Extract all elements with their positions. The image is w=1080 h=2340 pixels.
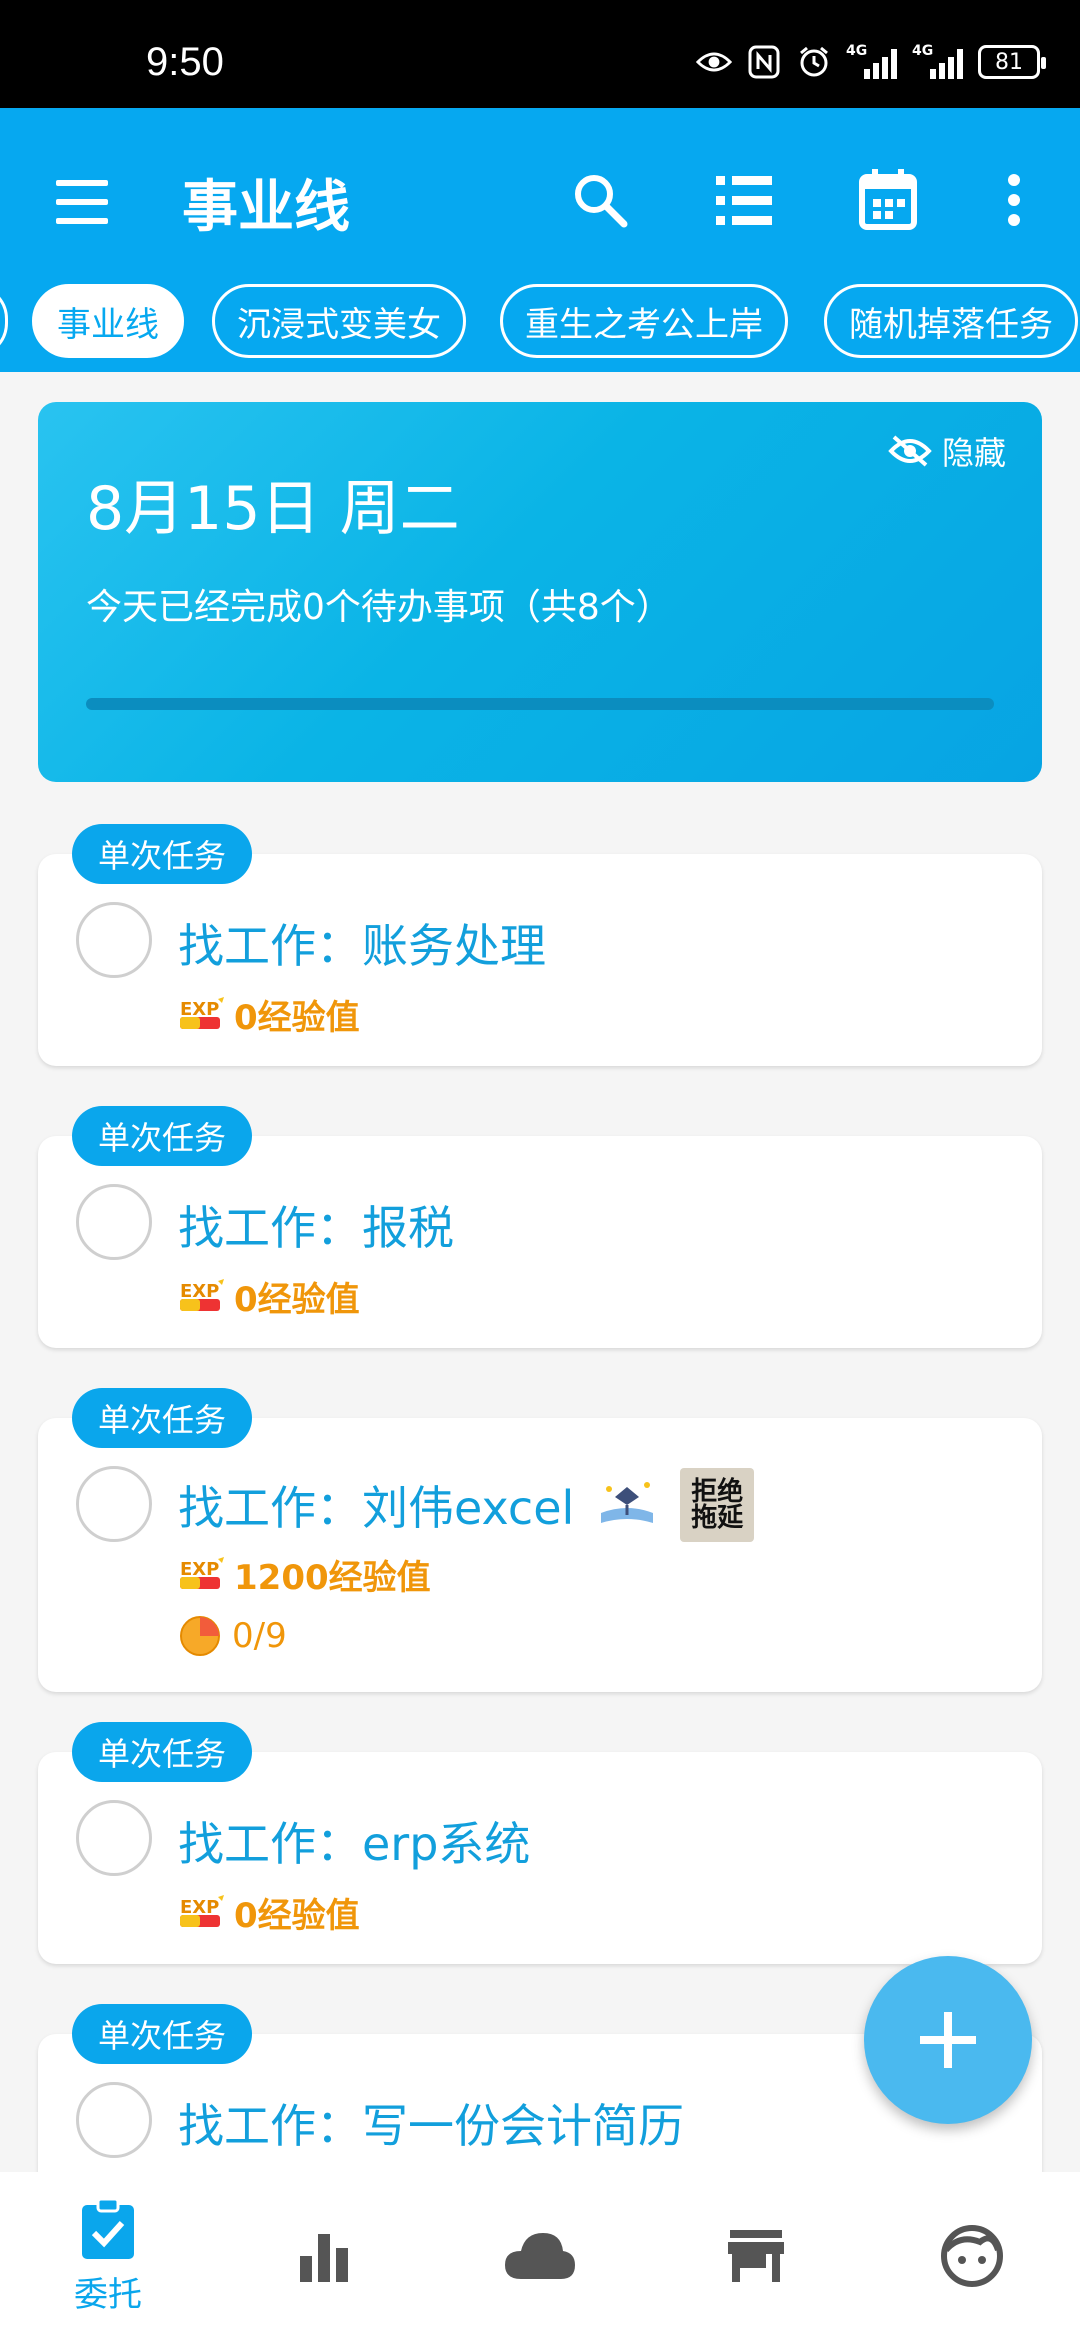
exp-icon: EXP	[180, 1278, 224, 1311]
task-exp: EXP 0经验值	[178, 1272, 360, 1321]
task-title: 找工作：erp系统	[178, 1817, 531, 1871]
battery-level: 81	[995, 49, 1023, 75]
exp-icon: EXP	[180, 1556, 224, 1589]
pie-chart-icon	[180, 1616, 220, 1656]
nav-item-profile[interactable]	[864, 2172, 1080, 2340]
task-card[interactable]: 单次任务 找工作：账务处理 EXP 0经验值	[38, 824, 1042, 1066]
task-list[interactable]: 隐藏 8月15日 周二 今天已经完成0个待办事项（共8个） 单次任务 找工作：账…	[0, 372, 1080, 2172]
task-checkbox[interactable]	[76, 902, 152, 978]
task-checkbox[interactable]	[76, 1466, 152, 1542]
task-exp: EXP 1200经验值	[178, 1550, 431, 1599]
app-bar: 事业线 事业线 沉浸式变美女 重生之考公上岸 随机掉落任务	[0, 108, 1080, 372]
book-sticker-icon	[590, 1468, 664, 1542]
subtask-progress-value: 0/9	[232, 1616, 287, 1656]
network-type-label: 4G	[846, 43, 868, 59]
task-exp-value: 0经验值	[234, 1280, 360, 1320]
battery-icon: 81	[978, 45, 1046, 79]
menu-icon[interactable]	[52, 170, 116, 234]
eye-off-icon	[888, 435, 932, 467]
summary-text: 今天已经完成0个待办事项（共8个）	[86, 587, 672, 628]
task-card[interactable]: 单次任务 找工作：报税 EXP 0经验值	[38, 1106, 1042, 1348]
bottom-nav: 委托	[0, 2172, 1080, 2340]
task-checkbox[interactable]	[76, 1800, 152, 1876]
svg-text:EXP: EXP	[180, 1281, 219, 1302]
nav-item-stats[interactable]	[216, 2172, 432, 2340]
task-card[interactable]: 单次任务 找工作：刘伟excel 拒绝拖延 EXP 1200经验值 0/9	[38, 1388, 1042, 1692]
signal-icon: 4G	[846, 43, 898, 79]
task-type-badge: 单次任务	[72, 1106, 253, 1166]
hide-label: 隐藏	[941, 434, 1006, 472]
list-view-icon[interactable]	[708, 164, 780, 236]
task-type-badge: 单次任务	[72, 1722, 253, 1782]
signal-icon-2: 4G	[912, 43, 964, 79]
summary-card: 隐藏 8月15日 周二 今天已经完成0个待办事项（共8个）	[38, 402, 1042, 782]
task-checkbox[interactable]	[76, 1184, 152, 1260]
status-time: 9:50	[146, 40, 224, 84]
cloud-icon	[505, 2233, 575, 2279]
category-chips: 事业线 沉浸式变美女 重生之考公上岸 随机掉落任务	[0, 284, 1080, 364]
status-bar: 9:50 4G 4G 81	[0, 0, 1080, 108]
face-icon	[941, 2225, 1003, 2287]
nav-item-cloud[interactable]	[432, 2172, 648, 2340]
task-title: 找工作：账务处理	[178, 919, 546, 973]
chip-hidden-left[interactable]	[0, 284, 8, 358]
hide-button[interactable]: 隐藏	[888, 428, 1006, 474]
sticker-text: 拒绝拖延	[691, 1477, 744, 1533]
task-type-badge: 单次任务	[72, 824, 253, 884]
svg-text:EXP: EXP	[180, 1897, 219, 1918]
nav-label-tasks: 委托	[74, 2274, 142, 2315]
status-icons: 4G 4G 81	[696, 42, 1046, 82]
task-title: 找工作：写一份会计简历	[178, 2099, 684, 2153]
task-title: 找工作：刘伟excel	[178, 1481, 575, 1535]
task-exp-value: 0经验值	[234, 1896, 360, 1936]
chip-beauty[interactable]: 沉浸式变美女	[212, 284, 466, 358]
task-title: 找工作：报税	[178, 1201, 454, 1255]
task-exp: EXP 0经验值	[178, 1888, 360, 1937]
calendar-icon[interactable]	[852, 164, 924, 236]
search-icon[interactable]	[564, 164, 636, 236]
page-title: 事业线	[182, 175, 350, 240]
more-options-icon[interactable]	[978, 164, 1050, 236]
bar-chart-icon	[300, 2234, 348, 2282]
store-icon	[728, 2230, 784, 2282]
nav-item-store[interactable]	[648, 2172, 864, 2340]
svg-text:EXP: EXP	[180, 1559, 219, 1580]
chip-random-tasks[interactable]: 随机掉落任务	[824, 284, 1078, 358]
clipboard-check-icon	[82, 2197, 134, 2259]
chip-career[interactable]: 事业线	[32, 284, 184, 358]
chip-civil-exam[interactable]: 重生之考公上岸	[500, 284, 788, 358]
network-type-label-2: 4G	[912, 43, 934, 59]
exp-icon: EXP	[180, 996, 224, 1029]
plus-icon	[920, 2012, 976, 2068]
no-procrastination-sticker: 拒绝拖延	[680, 1468, 755, 1542]
daily-progress-bar	[86, 698, 994, 710]
svg-text:EXP: EXP	[180, 999, 219, 1020]
task-checkbox[interactable]	[76, 2082, 152, 2158]
task-exp-value: 0经验值	[234, 998, 360, 1038]
nfc-icon	[746, 44, 782, 80]
alarm-icon	[796, 44, 832, 80]
exp-icon: EXP	[180, 1894, 224, 1927]
nav-item-tasks[interactable]: 委托	[0, 2172, 216, 2340]
task-exp: EXP 0经验值	[178, 990, 360, 1039]
task-type-badge: 单次任务	[72, 2004, 253, 2064]
summary-date: 8月15日 周二	[86, 474, 460, 544]
task-type-badge: 单次任务	[72, 1388, 253, 1448]
task-exp-value: 1200经验值	[234, 1558, 431, 1598]
add-task-button[interactable]	[864, 1956, 1032, 2124]
eye-icon	[696, 44, 732, 80]
subtask-progress: 0/9	[178, 1614, 287, 1658]
task-card[interactable]: 单次任务 找工作：erp系统 EXP 0经验值	[38, 1722, 1042, 1964]
